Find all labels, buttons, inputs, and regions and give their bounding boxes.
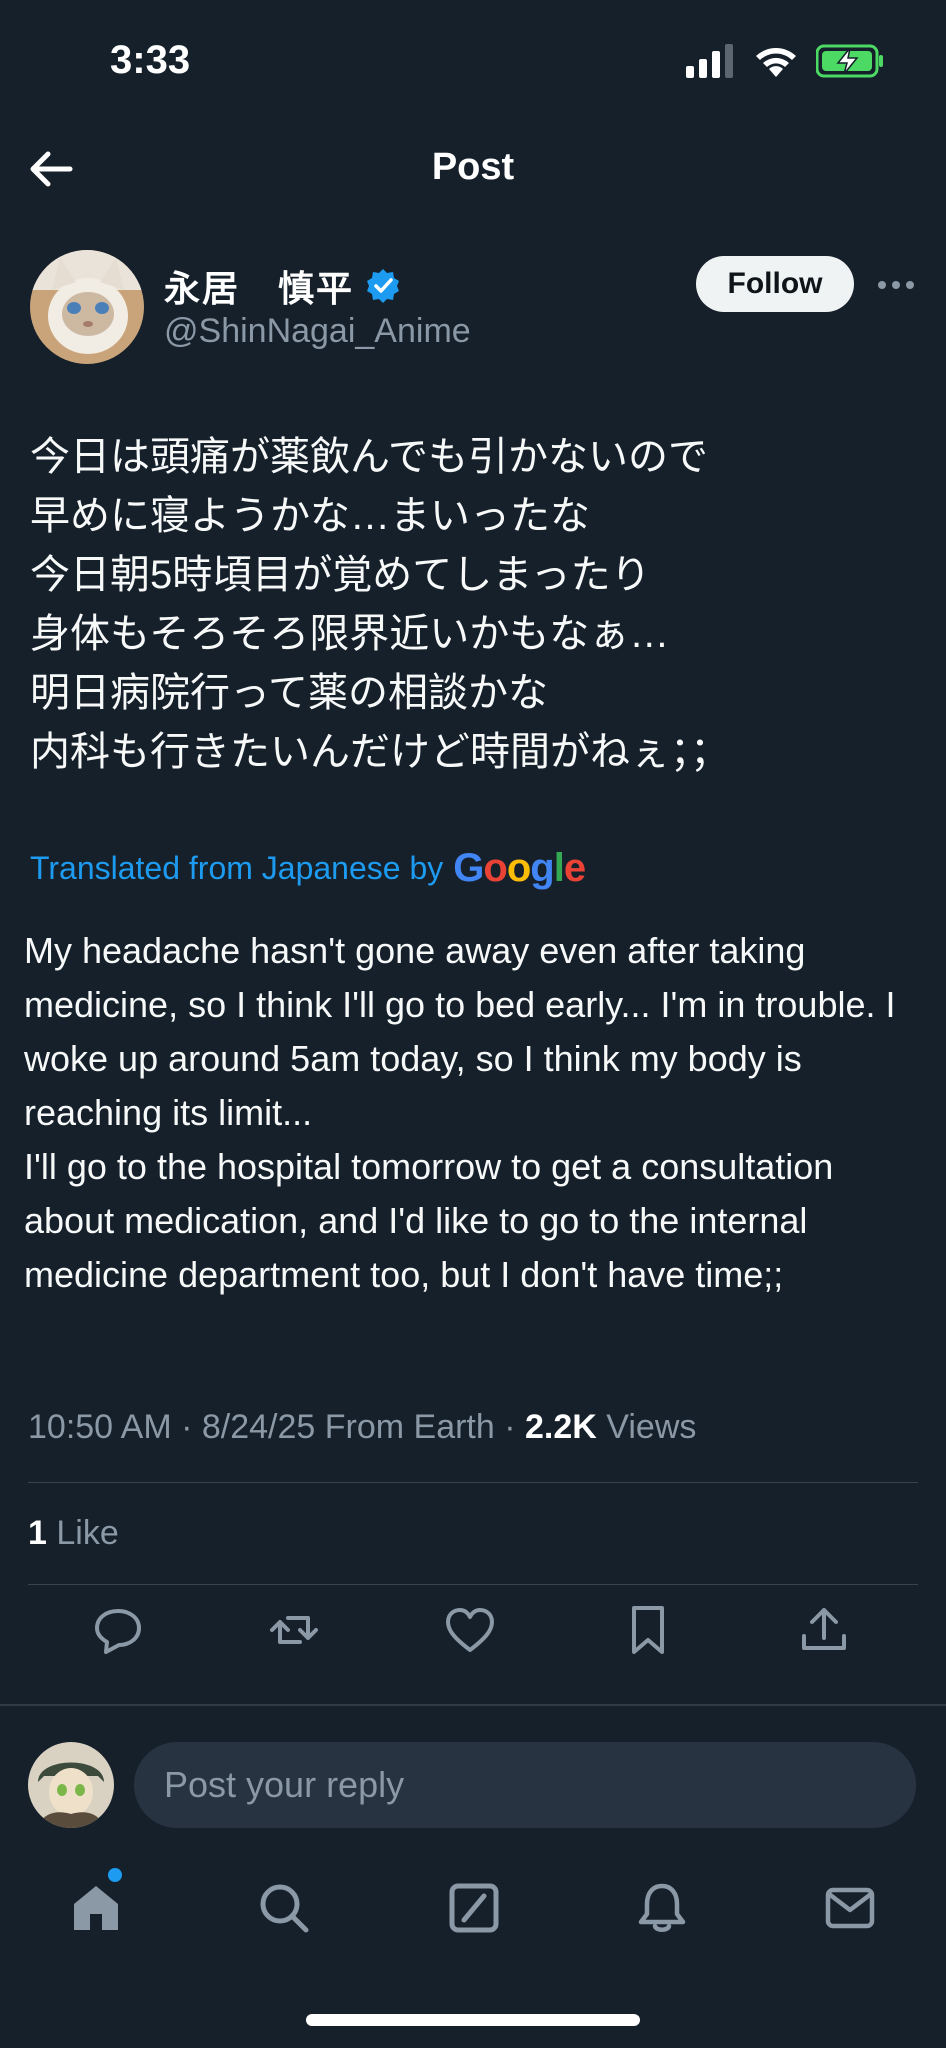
likes-count: 1	[28, 1514, 47, 1552]
reply-input[interactable]	[134, 1742, 916, 1828]
bookmark-icon	[632, 1606, 664, 1654]
author-avatar[interactable]	[30, 250, 144, 364]
reply-avatar[interactable]	[28, 1742, 114, 1828]
post-line: 早めに寝ようかな…まいったな	[30, 494, 590, 538]
author-name-row: 永居 慎平	[164, 260, 402, 312]
tab-messages[interactable]	[820, 1878, 880, 1938]
grok-icon	[449, 1883, 499, 1933]
author-name[interactable]: 永居 慎平	[164, 260, 354, 312]
search-icon	[260, 1884, 309, 1933]
repost-button[interactable]	[266, 1602, 322, 1658]
views-count: 2.2K	[525, 1408, 597, 1446]
home-icon	[74, 1886, 118, 1930]
post-timestamp[interactable]: 10:50 AM · 8/24/25 From Earth ·	[28, 1408, 525, 1446]
more-icon	[878, 281, 914, 289]
google-logo: Google	[453, 846, 586, 890]
repost-icon	[270, 1616, 318, 1644]
post-line: 明日病院行って薬の相談かな	[30, 671, 548, 715]
post-line: 今日朝5時頃目が覚めてしまったり	[30, 553, 651, 597]
bookmark-button[interactable]	[620, 1602, 676, 1658]
tab-notifications[interactable]	[632, 1878, 692, 1938]
home-indicator[interactable]	[306, 2014, 640, 2026]
divider	[0, 1704, 946, 1706]
status-time: 3:33	[110, 38, 191, 82]
user-avatar-image	[28, 1742, 114, 1828]
notifications-icon	[638, 1883, 686, 1932]
translated-label: Translated from Japanese by	[30, 850, 444, 886]
verified-badge-icon	[367, 269, 400, 303]
tab-search[interactable]	[254, 1878, 314, 1938]
notification-dot	[108, 1868, 122, 1882]
post-actions	[0, 1602, 946, 1672]
like-button[interactable]	[442, 1602, 498, 1658]
wifi-icon	[756, 48, 796, 77]
messages-icon	[825, 1887, 875, 1929]
divider	[28, 1584, 918, 1585]
tab-home[interactable]	[66, 1878, 126, 1938]
post-original-text: 今日は頭痛が薬飲んでも引かないので 早めに寝ようかな…まいったな 今日朝5時頃目…	[30, 428, 910, 782]
follow-button[interactable]: Follow	[696, 256, 854, 312]
translation-attribution[interactable]: Translated from Japanese by Google	[30, 846, 586, 891]
signal-icon	[686, 44, 733, 78]
post-line: 内科も行きたいんだけど時間がねぇ；；	[30, 730, 730, 774]
battery-icon	[816, 44, 883, 78]
reply-button[interactable]	[90, 1602, 146, 1658]
like-icon	[446, 1608, 494, 1652]
post-line: 身体もそろそろ限界近いかもなぁ…	[30, 612, 670, 656]
likes-link[interactable]: 1 Like	[28, 1514, 119, 1553]
status-icons	[686, 44, 886, 78]
likes-label: Like	[46, 1514, 119, 1552]
share-icon	[802, 1608, 846, 1650]
reply-icon	[95, 1609, 141, 1654]
author-handle[interactable]: @ShinNagai_Anime	[164, 312, 471, 351]
cat-avatar-image	[30, 250, 144, 364]
translation-text: My headache hasn't gone away even after …	[24, 930, 896, 1295]
tab-grok[interactable]	[444, 1878, 504, 1938]
page-title: Post	[431, 146, 515, 188]
post-translation: My headache hasn't gone away even after …	[24, 924, 924, 1302]
views-label: Views	[596, 1408, 697, 1446]
more-options-button[interactable]	[874, 270, 918, 300]
post-meta: 10:50 AM · 8/24/25 From Earth · 2.2K Vie…	[28, 1408, 696, 1447]
share-button[interactable]	[796, 1602, 852, 1658]
divider	[28, 1482, 918, 1483]
post-line: 今日は頭痛が薬飲んでも引かないので	[30, 435, 708, 479]
